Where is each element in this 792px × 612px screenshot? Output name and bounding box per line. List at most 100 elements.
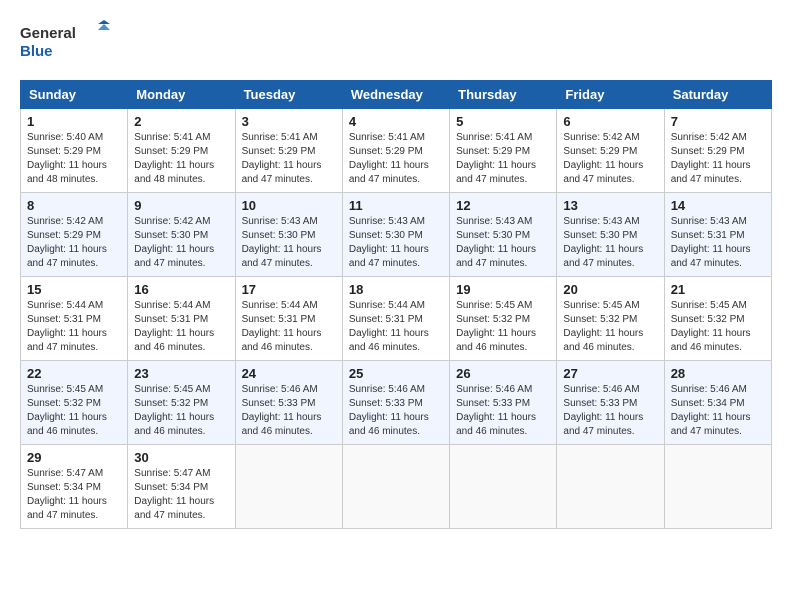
day-number: 14 <box>671 198 765 213</box>
day-number: 18 <box>349 282 443 297</box>
day-header-friday: Friday <box>557 81 664 109</box>
day-number: 24 <box>242 366 336 381</box>
cell-info: Sunrise: 5:43 AMSunset: 5:30 PMDaylight:… <box>563 216 643 269</box>
calendar-week-row: 29 Sunrise: 5:47 AMSunset: 5:34 PMDaylig… <box>21 445 772 529</box>
calendar-cell: 30 Sunrise: 5:47 AMSunset: 5:34 PMDaylig… <box>128 445 235 529</box>
calendar-cell: 19 Sunrise: 5:45 AMSunset: 5:32 PMDaylig… <box>450 277 557 361</box>
day-header-tuesday: Tuesday <box>235 81 342 109</box>
calendar-cell: 13 Sunrise: 5:43 AMSunset: 5:30 PMDaylig… <box>557 193 664 277</box>
cell-info: Sunrise: 5:42 AMSunset: 5:30 PMDaylight:… <box>134 216 214 269</box>
calendar-cell: 15 Sunrise: 5:44 AMSunset: 5:31 PMDaylig… <box>21 277 128 361</box>
cell-info: Sunrise: 5:44 AMSunset: 5:31 PMDaylight:… <box>134 300 214 353</box>
calendar-cell: 18 Sunrise: 5:44 AMSunset: 5:31 PMDaylig… <box>342 277 449 361</box>
calendar-cell: 11 Sunrise: 5:43 AMSunset: 5:30 PMDaylig… <box>342 193 449 277</box>
calendar-cell: 12 Sunrise: 5:43 AMSunset: 5:30 PMDaylig… <box>450 193 557 277</box>
cell-info: Sunrise: 5:41 AMSunset: 5:29 PMDaylight:… <box>349 132 429 185</box>
day-number: 7 <box>671 114 765 129</box>
day-header-thursday: Thursday <box>450 81 557 109</box>
cell-info: Sunrise: 5:44 AMSunset: 5:31 PMDaylight:… <box>349 300 429 353</box>
day-number: 25 <box>349 366 443 381</box>
calendar-cell: 7 Sunrise: 5:42 AMSunset: 5:29 PMDayligh… <box>664 109 771 193</box>
day-header-monday: Monday <box>128 81 235 109</box>
calendar-cell: 8 Sunrise: 5:42 AMSunset: 5:29 PMDayligh… <box>21 193 128 277</box>
calendar-cell: 27 Sunrise: 5:46 AMSunset: 5:33 PMDaylig… <box>557 361 664 445</box>
cell-info: Sunrise: 5:46 AMSunset: 5:33 PMDaylight:… <box>242 384 322 437</box>
cell-info: Sunrise: 5:46 AMSunset: 5:34 PMDaylight:… <box>671 384 751 437</box>
calendar-cell: 5 Sunrise: 5:41 AMSunset: 5:29 PMDayligh… <box>450 109 557 193</box>
cell-info: Sunrise: 5:46 AMSunset: 5:33 PMDaylight:… <box>563 384 643 437</box>
cell-info: Sunrise: 5:40 AMSunset: 5:29 PMDaylight:… <box>27 132 107 185</box>
cell-info: Sunrise: 5:44 AMSunset: 5:31 PMDaylight:… <box>242 300 322 353</box>
calendar-cell: 17 Sunrise: 5:44 AMSunset: 5:31 PMDaylig… <box>235 277 342 361</box>
day-number: 6 <box>563 114 657 129</box>
cell-info: Sunrise: 5:46 AMSunset: 5:33 PMDaylight:… <box>349 384 429 437</box>
calendar-cell: 26 Sunrise: 5:46 AMSunset: 5:33 PMDaylig… <box>450 361 557 445</box>
cell-info: Sunrise: 5:43 AMSunset: 5:30 PMDaylight:… <box>456 216 536 269</box>
day-number: 29 <box>27 450 121 465</box>
day-number: 1 <box>27 114 121 129</box>
logo-icon: General Blue <box>20 20 110 64</box>
cell-info: Sunrise: 5:41 AMSunset: 5:29 PMDaylight:… <box>242 132 322 185</box>
calendar-week-row: 8 Sunrise: 5:42 AMSunset: 5:29 PMDayligh… <box>21 193 772 277</box>
day-number: 16 <box>134 282 228 297</box>
days-header-row: SundayMondayTuesdayWednesdayThursdayFrid… <box>21 81 772 109</box>
calendar-cell: 4 Sunrise: 5:41 AMSunset: 5:29 PMDayligh… <box>342 109 449 193</box>
cell-info: Sunrise: 5:47 AMSunset: 5:34 PMDaylight:… <box>134 468 214 521</box>
day-number: 30 <box>134 450 228 465</box>
cell-info: Sunrise: 5:41 AMSunset: 5:29 PMDaylight:… <box>456 132 536 185</box>
day-number: 2 <box>134 114 228 129</box>
day-number: 19 <box>456 282 550 297</box>
cell-info: Sunrise: 5:44 AMSunset: 5:31 PMDaylight:… <box>27 300 107 353</box>
page-header: General Blue <box>20 20 772 64</box>
calendar-cell: 1 Sunrise: 5:40 AMSunset: 5:29 PMDayligh… <box>21 109 128 193</box>
cell-info: Sunrise: 5:41 AMSunset: 5:29 PMDaylight:… <box>134 132 214 185</box>
calendar-cell: 21 Sunrise: 5:45 AMSunset: 5:32 PMDaylig… <box>664 277 771 361</box>
calendar-cell <box>235 445 342 529</box>
svg-text:General: General <box>20 25 76 42</box>
day-number: 22 <box>27 366 121 381</box>
calendar-cell <box>557 445 664 529</box>
cell-info: Sunrise: 5:45 AMSunset: 5:32 PMDaylight:… <box>27 384 107 437</box>
cell-info: Sunrise: 5:43 AMSunset: 5:31 PMDaylight:… <box>671 216 751 269</box>
cell-info: Sunrise: 5:42 AMSunset: 5:29 PMDaylight:… <box>27 216 107 269</box>
day-number: 26 <box>456 366 550 381</box>
calendar-cell: 6 Sunrise: 5:42 AMSunset: 5:29 PMDayligh… <box>557 109 664 193</box>
day-number: 12 <box>456 198 550 213</box>
calendar-cell: 25 Sunrise: 5:46 AMSunset: 5:33 PMDaylig… <box>342 361 449 445</box>
calendar-cell: 22 Sunrise: 5:45 AMSunset: 5:32 PMDaylig… <box>21 361 128 445</box>
day-number: 28 <box>671 366 765 381</box>
day-number: 9 <box>134 198 228 213</box>
day-number: 11 <box>349 198 443 213</box>
calendar-cell: 23 Sunrise: 5:45 AMSunset: 5:32 PMDaylig… <box>128 361 235 445</box>
day-number: 15 <box>27 282 121 297</box>
cell-info: Sunrise: 5:42 AMSunset: 5:29 PMDaylight:… <box>671 132 751 185</box>
cell-info: Sunrise: 5:45 AMSunset: 5:32 PMDaylight:… <box>671 300 751 353</box>
calendar-cell: 3 Sunrise: 5:41 AMSunset: 5:29 PMDayligh… <box>235 109 342 193</box>
svg-text:Blue: Blue <box>20 43 53 60</box>
day-number: 8 <box>27 198 121 213</box>
calendar-cell: 9 Sunrise: 5:42 AMSunset: 5:30 PMDayligh… <box>128 193 235 277</box>
cell-info: Sunrise: 5:43 AMSunset: 5:30 PMDaylight:… <box>349 216 429 269</box>
day-number: 3 <box>242 114 336 129</box>
day-header-wednesday: Wednesday <box>342 81 449 109</box>
calendar-cell: 29 Sunrise: 5:47 AMSunset: 5:34 PMDaylig… <box>21 445 128 529</box>
day-number: 21 <box>671 282 765 297</box>
calendar-cell: 10 Sunrise: 5:43 AMSunset: 5:30 PMDaylig… <box>235 193 342 277</box>
calendar-cell: 2 Sunrise: 5:41 AMSunset: 5:29 PMDayligh… <box>128 109 235 193</box>
day-number: 4 <box>349 114 443 129</box>
day-number: 5 <box>456 114 550 129</box>
logo: General Blue <box>20 20 110 64</box>
day-number: 20 <box>563 282 657 297</box>
calendar-table: SundayMondayTuesdayWednesdayThursdayFrid… <box>20 80 772 529</box>
calendar-cell: 28 Sunrise: 5:46 AMSunset: 5:34 PMDaylig… <box>664 361 771 445</box>
day-number: 10 <box>242 198 336 213</box>
calendar-cell: 20 Sunrise: 5:45 AMSunset: 5:32 PMDaylig… <box>557 277 664 361</box>
day-number: 17 <box>242 282 336 297</box>
calendar-cell <box>450 445 557 529</box>
day-number: 13 <box>563 198 657 213</box>
calendar-cell: 14 Sunrise: 5:43 AMSunset: 5:31 PMDaylig… <box>664 193 771 277</box>
day-number: 27 <box>563 366 657 381</box>
day-number: 23 <box>134 366 228 381</box>
calendar-cell <box>342 445 449 529</box>
cell-info: Sunrise: 5:45 AMSunset: 5:32 PMDaylight:… <box>456 300 536 353</box>
